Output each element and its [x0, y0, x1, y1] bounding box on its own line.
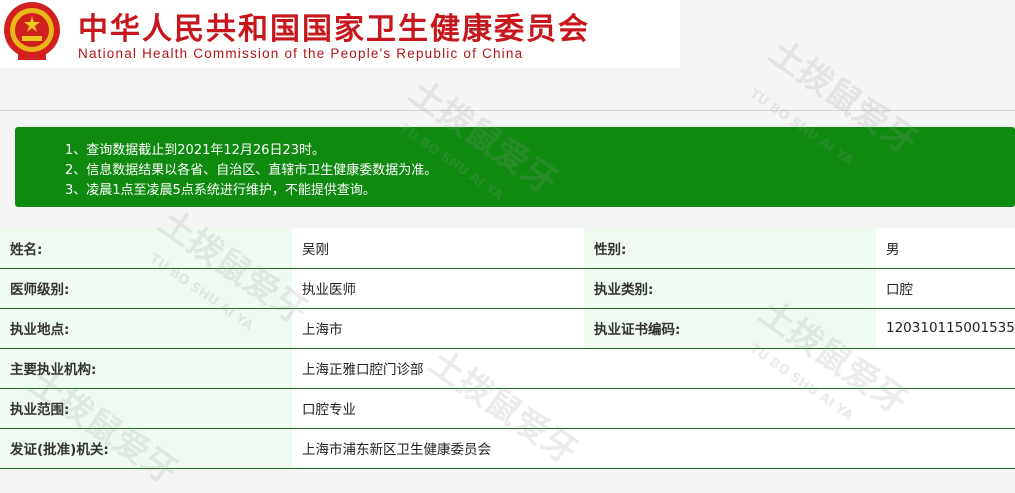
org-label: 主要执业机构:	[0, 348, 292, 389]
level-value: 执业医师	[292, 268, 584, 309]
notice-line-1: 1、查询数据截止到2021年12月26日23时。	[65, 143, 325, 158]
site-header: 中华人民共和国国家卫生健康委员会 National Health Commiss…	[0, 0, 680, 68]
table-row: 主要执业机构: 上海正雅口腔门诊部	[0, 348, 1015, 389]
gender-value: 男	[876, 228, 1015, 269]
cert-label: 执业证书编码:	[584, 308, 876, 349]
location-value: 上海市	[292, 308, 584, 349]
site-title-cn: 中华人民共和国国家卫生健康委员会	[78, 12, 590, 47]
national-emblem-icon	[4, 2, 60, 60]
table-row: 执业地点: 上海市 执业证书编码: 120310115001535	[0, 308, 1015, 349]
issuer-label: 发证(批准)机关:	[0, 428, 292, 469]
gender-label: 性别:	[584, 228, 876, 269]
table-row: 执业范围: 口腔专业	[0, 388, 1015, 429]
scope-label: 执业范围:	[0, 388, 292, 429]
table-row: 姓名: 吴刚 性别: 男	[0, 228, 1015, 269]
category-value: 口腔	[876, 268, 1015, 309]
name-label: 姓名:	[0, 228, 292, 269]
cert-value: 120310115001535	[876, 308, 1015, 349]
location-label: 执业地点:	[0, 308, 292, 349]
scope-value: 口腔专业	[292, 388, 1015, 429]
org-value: 上海正雅口腔门诊部	[292, 348, 1015, 389]
practitioner-info-table: 姓名: 吴刚 性别: 男 医师级别: 执业医师 执业类别: 口腔 执业地点: 上…	[0, 228, 1015, 469]
category-label: 执业类别:	[584, 268, 876, 309]
header-divider	[0, 110, 1015, 111]
name-value: 吴刚	[292, 228, 584, 269]
notice-banner: 1、查询数据截止到2021年12月26日23时。 2、信息数据结果以各省、自治区…	[15, 127, 1015, 207]
level-label: 医师级别:	[0, 268, 292, 309]
table-row: 发证(批准)机关: 上海市浦东新区卫生健康委员会	[0, 428, 1015, 469]
site-title-en: National Health Commission of the People…	[78, 46, 524, 61]
notice-line-3: 3、凌晨1点至凌晨5点系统进行维护，不能提供查询。	[65, 183, 376, 198]
issuer-value: 上海市浦东新区卫生健康委员会	[292, 428, 1015, 469]
notice-line-2: 2、信息数据结果以各省、自治区、直辖市卫生健康委数据为准。	[65, 163, 438, 178]
table-row: 医师级别: 执业医师 执业类别: 口腔	[0, 268, 1015, 309]
